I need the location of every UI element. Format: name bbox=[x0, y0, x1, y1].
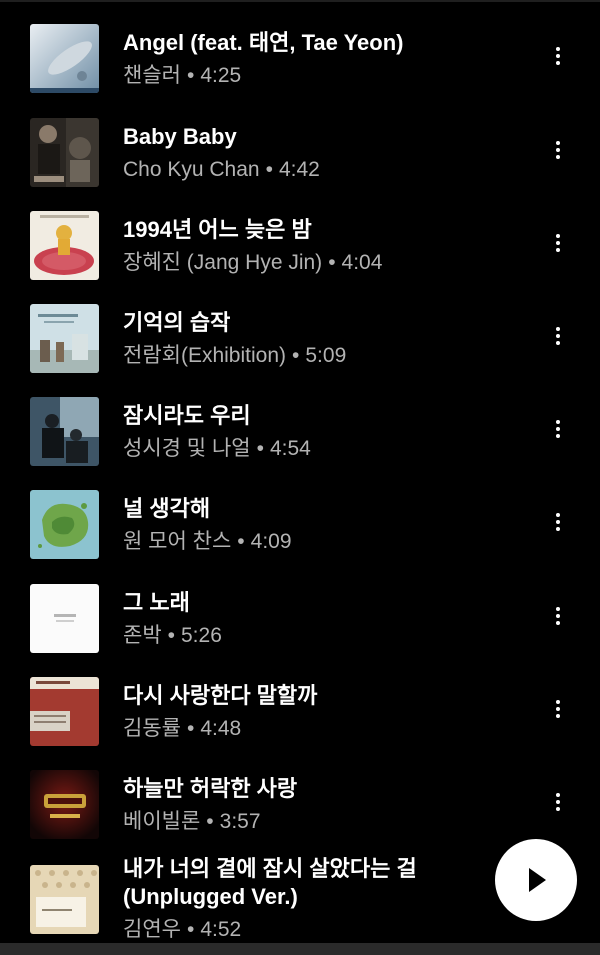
track-title: 잠시라도 우리 bbox=[123, 403, 251, 428]
separator: • bbox=[186, 64, 195, 87]
more-vertical-icon[interactable] bbox=[544, 415, 572, 443]
separator: • bbox=[206, 810, 214, 833]
track-row[interactable]: 하늘만 허락한 사랑 베이빌론 • 3:57 bbox=[0, 746, 600, 839]
kdr-cover-icon bbox=[30, 677, 99, 746]
unplugged-cover-icon bbox=[30, 865, 99, 934]
album-art bbox=[30, 304, 99, 373]
track-title-line1: 내가 너의 곁에 잠시 살았다는 걸 bbox=[123, 856, 417, 881]
track-title: Baby Baby bbox=[123, 124, 237, 149]
more-vertical-icon[interactable] bbox=[544, 695, 572, 723]
track-subtitle: 성시경 및 나얼 • 4:54 bbox=[123, 435, 523, 463]
track-duration: 3:57 bbox=[219, 810, 261, 833]
track-artist: 원 모어 찬스 bbox=[123, 530, 232, 553]
album-art bbox=[30, 770, 99, 839]
separator: • bbox=[186, 918, 195, 941]
album-art bbox=[30, 584, 99, 653]
track-row[interactable]: 널 생각해 원 모어 찬스 • 4:09 bbox=[0, 466, 600, 559]
separator: • bbox=[265, 158, 273, 181]
track-duration: 5:09 bbox=[305, 344, 347, 367]
track-artist: Cho Kyu Chan bbox=[123, 158, 260, 181]
album-art bbox=[30, 397, 99, 466]
separator: • bbox=[328, 251, 336, 274]
angel-cover-icon bbox=[30, 24, 99, 93]
memory-cover-icon bbox=[30, 304, 99, 373]
track-title: 널 생각해 bbox=[123, 496, 211, 521]
more-vertical-icon[interactable] bbox=[544, 788, 572, 816]
track-artist: 김연우 bbox=[123, 918, 181, 941]
track-title: Angel (feat. 태연, Tae Yeon) bbox=[123, 30, 404, 55]
more-vertical-icon[interactable] bbox=[544, 229, 572, 257]
track-subtitle: 원 모어 찬스 • 4:09 bbox=[123, 528, 523, 556]
track-duration: 4:04 bbox=[341, 251, 383, 274]
track-artist: 베이빌론 bbox=[123, 810, 201, 833]
track-title: 다시 사랑한다 말할까 bbox=[123, 683, 318, 708]
track-title: 하늘만 허락한 사랑 bbox=[123, 776, 298, 801]
track-artist: 장혜진 (Jang Hye Jin) bbox=[123, 251, 323, 274]
track-subtitle: 챈슬러 • 4:25 bbox=[123, 62, 523, 90]
track-subtitle: 베이빌론 • 3:57 bbox=[123, 808, 523, 836]
track-artist: 김동률 bbox=[123, 717, 181, 740]
track-duration: 4:09 bbox=[250, 530, 292, 553]
separator: • bbox=[292, 344, 300, 367]
album-art bbox=[30, 677, 99, 746]
separator: • bbox=[167, 624, 175, 647]
episode7-cover-icon bbox=[30, 770, 99, 839]
island-cover-icon bbox=[30, 490, 99, 559]
track-subtitle: 김동률 • 4:48 bbox=[123, 715, 523, 743]
track-subtitle: 장혜진 (Jang Hye Jin) • 4:04 bbox=[123, 249, 523, 277]
album-art bbox=[30, 24, 99, 93]
track-title-line2: (Unplugged Ver.) bbox=[123, 884, 298, 909]
track-row[interactable]: 다시 사랑한다 말할까 김동률 • 4:48 bbox=[0, 653, 600, 746]
track-row[interactable]: 그 노래 존박 • 5:26 bbox=[0, 560, 600, 653]
track-subtitle: 존박 • 5:26 bbox=[123, 622, 523, 650]
track-artist: 전람회(Exhibition) bbox=[123, 344, 287, 367]
track-subtitle: 전람회(Exhibition) • 5:09 bbox=[123, 342, 523, 370]
separator: • bbox=[186, 717, 195, 740]
track-duration: 4:48 bbox=[200, 717, 242, 740]
track-duration: 4:42 bbox=[278, 158, 320, 181]
jamsi-cover-icon bbox=[30, 397, 99, 466]
track-title: 그 노래 bbox=[123, 590, 190, 615]
play-icon bbox=[529, 868, 546, 892]
track-row[interactable]: 잠시라도 우리 성시경 및 나얼 • 4:54 bbox=[0, 373, 600, 466]
album-art bbox=[30, 118, 99, 187]
album-art bbox=[30, 490, 99, 559]
track-row[interactable]: Angel (feat. 태연, Tae Yeon) 챈슬러 • 4:25 bbox=[0, 0, 600, 93]
track-artist: 챈슬러 bbox=[123, 64, 181, 87]
track-artist: 존박 bbox=[123, 624, 162, 647]
more-vertical-icon[interactable] bbox=[544, 42, 572, 70]
1994-cover-icon bbox=[30, 211, 99, 280]
more-vertical-icon[interactable] bbox=[544, 322, 572, 350]
track-artist: 성시경 및 나얼 bbox=[123, 437, 251, 460]
bottom-bar bbox=[0, 943, 600, 955]
separator: • bbox=[237, 530, 245, 553]
track-row[interactable]: 기억의 습작 전람회(Exhibition) • 5:09 bbox=[0, 280, 600, 373]
track-row[interactable]: 1994년 어느 늦은 밤 장혜진 (Jang Hye Jin) • 4:04 bbox=[0, 187, 600, 280]
track-duration: 5:26 bbox=[181, 624, 222, 647]
white-cover-icon bbox=[30, 584, 99, 653]
track-subtitle: 김연우 • 4:52 bbox=[123, 916, 523, 944]
track-duration: 4:54 bbox=[269, 437, 311, 460]
track-duration: 4:25 bbox=[200, 64, 242, 87]
track-subtitle: Cho Kyu Chan • 4:42 bbox=[123, 156, 523, 184]
track-row[interactable]: Baby Baby Cho Kyu Chan • 4:42 bbox=[0, 94, 600, 187]
play-button[interactable] bbox=[495, 839, 577, 921]
track-title: 1994년 어느 늦은 밤 bbox=[123, 217, 312, 242]
separator: • bbox=[256, 437, 264, 460]
more-vertical-icon[interactable] bbox=[544, 508, 572, 536]
more-vertical-icon[interactable] bbox=[544, 602, 572, 630]
track-title: 내가 너의 곁에 잠시 살았다는 걸 (Unplugged Ver.) bbox=[123, 855, 523, 911]
playlist-screen: Angel (feat. 태연, Tae Yeon) 챈슬러 • 4:25 Baby… bbox=[0, 0, 600, 955]
baby-baby-cover-icon bbox=[30, 118, 99, 187]
album-art bbox=[30, 211, 99, 280]
track-duration: 4:52 bbox=[200, 918, 242, 941]
album-art bbox=[30, 865, 99, 934]
more-vertical-icon[interactable] bbox=[544, 136, 572, 164]
track-title: 기억의 습작 bbox=[123, 310, 231, 335]
